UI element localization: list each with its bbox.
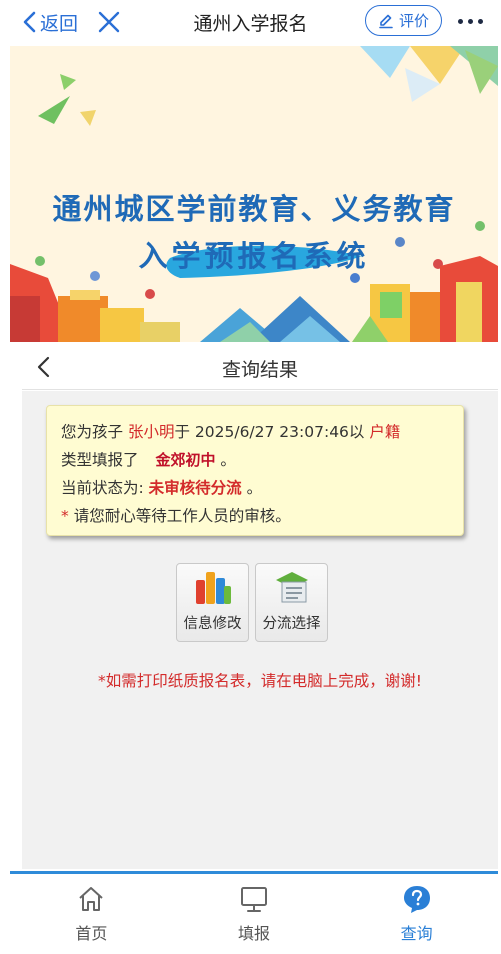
edit-icon xyxy=(379,14,393,28)
notice-prefix: 您为孩子 xyxy=(61,423,124,441)
query-result-panel: 您为孩子 张小明于 2025/6/27 23:07:46以 户籍 类型填报了 金… xyxy=(22,391,498,869)
home-icon xyxy=(79,887,104,911)
monitor-icon xyxy=(241,887,267,912)
action-buttons: 信息修改 分流选择 xyxy=(176,563,328,642)
bottom-tab-bar: 首页 填报 查询 xyxy=(10,871,498,954)
tab-query-label: 查询 xyxy=(400,924,433,943)
chevron-left-icon xyxy=(23,11,36,33)
more-dot-icon xyxy=(457,18,463,24)
top-nav-bar: 返回 通州入学报名 评价 xyxy=(0,0,501,44)
rate-button[interactable]: 评价 xyxy=(365,5,442,36)
tab-home[interactable]: 首页 xyxy=(10,874,173,954)
registration-type: 户籍 xyxy=(369,423,401,441)
back-button[interactable]: 返回 xyxy=(22,8,78,36)
banner-title-line2: 入学预报名系统 xyxy=(138,239,370,273)
rate-label: 评价 xyxy=(398,12,429,30)
notice-line3: 当前状态为: 未审核待分流 。 xyxy=(61,474,449,502)
status-label: 当前状态为: xyxy=(61,479,144,497)
close-button[interactable] xyxy=(96,9,122,35)
status-value: 未审核待分流 xyxy=(148,479,242,497)
banner-title-line1: 通州城区学前教育、义务教育 xyxy=(52,192,456,226)
status-period: 。 xyxy=(246,479,263,497)
stream-select-button[interactable]: 分流选择 xyxy=(255,563,328,642)
sub-header: 查询结果 xyxy=(22,344,498,390)
print-tip: *如需打印纸质报名表，请在电脑上完成，谢谢! xyxy=(98,672,422,690)
stream-select-label: 分流选择 xyxy=(262,616,321,632)
more-menu-button[interactable] xyxy=(454,10,486,32)
notice-star: * xyxy=(61,507,69,525)
edit-info-label: 信息修改 xyxy=(183,616,242,632)
tab-query[interactable]: 查询 xyxy=(335,874,498,954)
notice-line2: 类型填报了 金郊初中 。 xyxy=(61,446,449,474)
tab-fill[interactable]: 填报 xyxy=(173,874,336,954)
more-dot-icon xyxy=(467,18,473,24)
banner: 通州城区学前教育、义务教育 入学预报名系统 xyxy=(10,46,498,342)
wait-message: 请您耐心等待工作人员的审核。 xyxy=(73,507,291,525)
notice-period: 。 xyxy=(220,451,236,469)
notice-filled-label: 类型填报了 xyxy=(61,451,139,469)
back-label: 返回 xyxy=(40,12,79,35)
bar-chart-icon xyxy=(195,572,231,604)
submit-time: 于 2025/6/27 23:07:46以 xyxy=(174,423,365,441)
sub-header-title: 查询结果 xyxy=(221,359,298,381)
notice-line1: 您为孩子 张小明于 2025/6/27 23:07:46以 户籍 xyxy=(61,418,449,446)
more-dot-icon xyxy=(477,18,483,24)
question-icon xyxy=(403,886,430,913)
school-name-stamp: 金郊初中 xyxy=(155,451,216,469)
status-notice: 您为孩子 张小明于 2025/6/27 23:07:46以 户籍 类型填报了 金… xyxy=(46,405,464,536)
tab-fill-label: 填报 xyxy=(238,924,271,943)
child-name: 张小明 xyxy=(127,423,175,441)
close-icon xyxy=(98,11,120,33)
document-stack-icon xyxy=(275,572,308,603)
tab-home-label: 首页 xyxy=(75,924,108,943)
notice-line4: * 请您耐心等待工作人员的审核。 xyxy=(61,502,449,530)
edit-info-button[interactable]: 信息修改 xyxy=(176,563,249,642)
